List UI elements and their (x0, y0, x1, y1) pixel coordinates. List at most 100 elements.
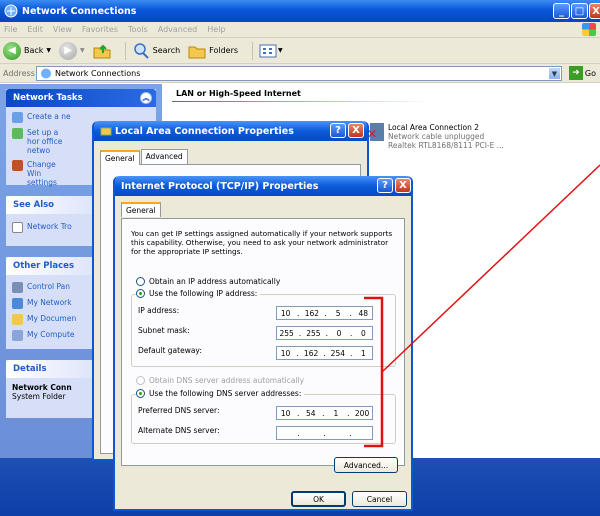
dialog-title: Internet Protocol (TCP/IP) Properties (121, 180, 319, 192)
info-icon (12, 222, 23, 233)
ip-address-field[interactable]: 10. 162. 5. 48 (276, 306, 373, 320)
menu-help[interactable]: Help (207, 25, 225, 34)
menu-file[interactable]: File (4, 25, 17, 34)
tab-strip: General Advanced (100, 149, 367, 165)
radio-unchecked-icon (136, 376, 145, 385)
minimize-button[interactable]: _ (553, 3, 570, 19)
network-adapter-icon (100, 127, 112, 136)
octet: 254 (330, 348, 345, 358)
octet: 48 (358, 308, 368, 318)
advanced-button[interactable]: Advanced... (334, 457, 398, 473)
tcpip-properties-dialog: Internet Protocol (TCP/IP) Properties ? … (113, 176, 413, 511)
connection-device: Realtek RTL8168/8111 PCI-E ... (388, 141, 504, 150)
octet: 54 (305, 408, 316, 418)
use-following-ip-radio[interactable]: Use the following IP address: (136, 289, 261, 298)
local-area-connection-2-item[interactable]: Local Area Connection 2 Network cable un… (367, 123, 504, 150)
menu-view[interactable]: View (53, 25, 72, 34)
toolbar-separator (252, 41, 254, 60)
maximize-button[interactable]: □ (571, 3, 588, 19)
octet: 255 (306, 328, 321, 338)
back-label: Back (24, 46, 44, 55)
chevron-down-icon: ▼ (80, 47, 85, 54)
octet: 255 (279, 328, 294, 338)
tab-general[interactable]: General (121, 202, 161, 217)
address-dropdown-button[interactable]: ▼ (548, 67, 561, 80)
close-button[interactable]: X (395, 178, 411, 193)
general-tab-panel: You can get IP settings assigned automat… (121, 218, 405, 473)
radio-label: Obtain an IP address automatically (149, 277, 281, 286)
tab-advanced[interactable]: Advanced (140, 149, 188, 164)
search-label: Search (152, 46, 181, 55)
obtain-ip-auto-radio[interactable]: Obtain an IP address automatically (136, 277, 284, 286)
radio-unchecked-icon (136, 277, 145, 286)
close-button[interactable]: X (589, 3, 600, 19)
alternate-dns-field[interactable]: ... (276, 426, 373, 440)
group-header: LAN or High-Speed Internet (176, 89, 301, 98)
default-gateway-field[interactable]: 10. 162. 254. 1 (276, 346, 373, 360)
up-folder-button[interactable] (93, 43, 111, 59)
radio-label: Use the following DNS server addresses: (149, 389, 302, 398)
search-button[interactable]: Search (132, 42, 180, 60)
toolbar: ◀ Back ▼ ▶ ▼ Search Folders ▼ (0, 38, 600, 64)
views-button[interactable]: ▼ (259, 44, 283, 58)
radio-label: Use the following IP address: (149, 289, 258, 298)
up-folder-icon (93, 44, 111, 58)
new-connection-icon (12, 112, 23, 123)
see-also-title: See Also (13, 200, 55, 210)
menu-tools[interactable]: Tools (128, 25, 148, 34)
other-places-title: Other Places (13, 261, 74, 271)
collapse-icon[interactable]: ︽ (140, 92, 152, 104)
help-button[interactable]: ? (377, 178, 393, 193)
tab-general[interactable]: General (100, 150, 140, 165)
search-icon (133, 42, 149, 59)
default-gateway-label: Default gateway: (138, 346, 202, 355)
subnet-mask-field[interactable]: 255. 255. 0. 0 (276, 326, 373, 340)
ip-address-label: IP address: (138, 306, 180, 315)
alternate-dns-label: Alternate DNS server: (138, 426, 220, 435)
octet: 1 (361, 348, 366, 358)
octet: 10 (280, 348, 291, 358)
go-label: Go (584, 68, 596, 78)
toolbar-separator (124, 41, 126, 60)
forward-button[interactable]: ▶ ▼ (59, 41, 85, 60)
connection-name: Local Area Connection 2 (388, 123, 480, 132)
ok-button[interactable]: OK (291, 491, 346, 507)
menu-edit[interactable]: Edit (27, 25, 43, 34)
network-connections-icon (4, 4, 18, 18)
chevron-down-icon: ▼ (278, 47, 283, 54)
home-network-icon (12, 128, 23, 139)
back-button[interactable]: ◀ Back ▼ (3, 41, 51, 60)
radio-label: Obtain DNS server address automatically (149, 376, 305, 385)
views-icon (259, 44, 277, 57)
menu-favorites[interactable]: Favorites (82, 25, 118, 34)
address-bar: Address Network Connections ▼ ➜ Go (0, 64, 600, 83)
address-input[interactable]: Network Connections ▼ (36, 66, 562, 81)
tab-strip: General (121, 201, 162, 217)
place-label: Control Pan (27, 282, 71, 291)
folders-button[interactable]: Folders (188, 43, 238, 59)
go-arrow-icon: ➜ (568, 66, 583, 80)
octet: 1 (333, 408, 339, 418)
network-places-icon (12, 298, 23, 309)
menu-bar: File Edit View Favorites Tools Advanced … (0, 22, 600, 38)
preferred-dns-field[interactable]: 10. 54. 1. 200 (276, 406, 373, 420)
radio-checked-icon (136, 389, 145, 398)
forward-arrow-icon: ▶ (59, 41, 78, 60)
go-button[interactable]: ➜ Go (568, 66, 596, 80)
place-label: My Compute (27, 330, 75, 339)
cancel-button[interactable]: Cancel (352, 491, 407, 507)
preferred-dns-label: Preferred DNS server: (138, 406, 220, 415)
help-button[interactable]: ? (330, 123, 346, 138)
windows-logo-icon (582, 23, 596, 36)
close-button[interactable]: X (348, 123, 364, 138)
use-following-dns-radio[interactable]: Use the following DNS server addresses: (136, 389, 305, 398)
octet: 162 (304, 308, 320, 318)
folders-label: Folders (209, 46, 239, 55)
subnet-mask-label: Subnet mask: (138, 326, 190, 335)
menu-advanced[interactable]: Advanced (158, 25, 198, 34)
details-title: Details (13, 364, 47, 374)
obtain-dns-auto-radio[interactable]: Obtain DNS server address automatically (136, 376, 308, 385)
place-label: My Documen (27, 314, 77, 323)
network-tasks-header[interactable]: Network Tasks ︽ (6, 89, 156, 107)
task-label: Create a ne (27, 112, 71, 121)
